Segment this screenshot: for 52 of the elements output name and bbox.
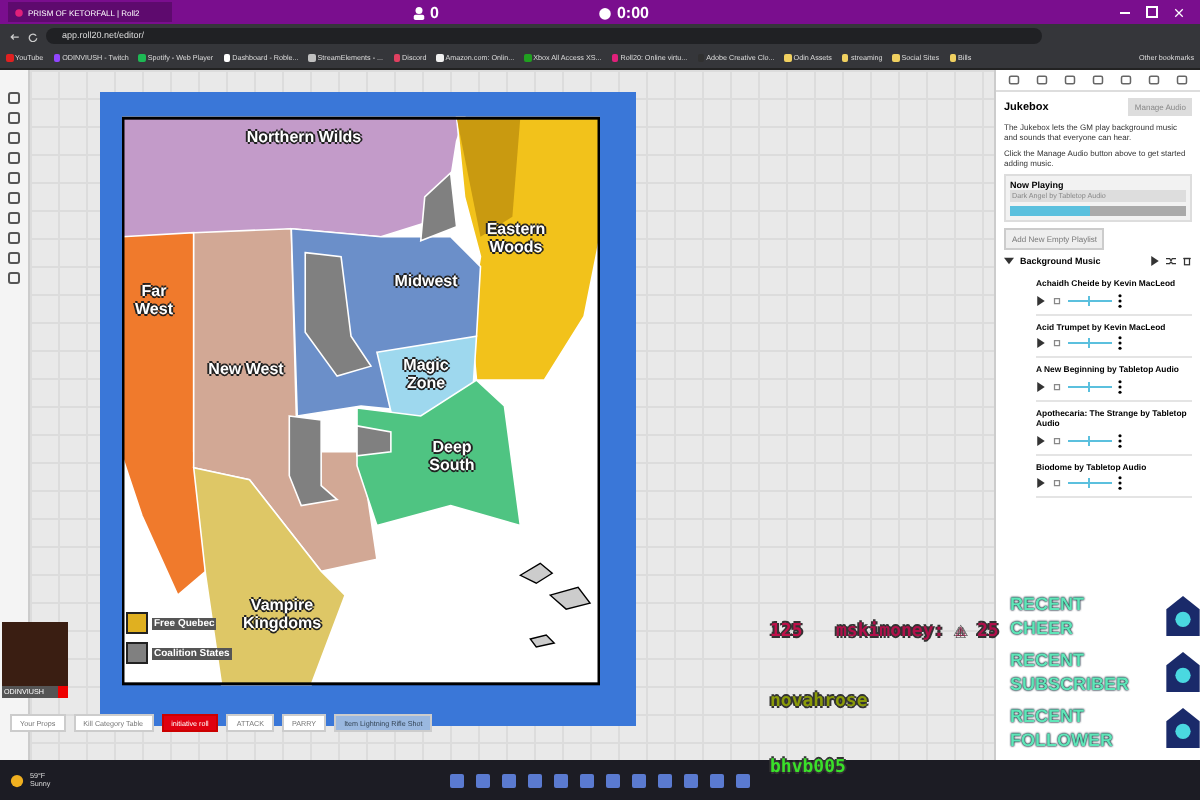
shuffle-icon[interactable] [1166, 256, 1176, 266]
loop-icon[interactable] [1052, 338, 1062, 348]
stopwatch-icon [598, 5, 613, 19]
close-icon[interactable] [1174, 7, 1184, 17]
region-label: New West [206, 360, 286, 378]
badge-icon [1166, 708, 1200, 748]
play-icon[interactable] [1036, 338, 1046, 348]
play-icon[interactable] [1036, 435, 1046, 445]
alert-text: RECENT FOLLOWER [1010, 704, 1115, 752]
stream-timer: 0:00 [616, 3, 649, 21]
sidebar-tab-icon[interactable] [1036, 74, 1048, 86]
play-icon[interactable] [1036, 295, 1046, 305]
maximize-icon[interactable] [1146, 6, 1158, 18]
sidebar-tab-icon[interactable] [1092, 74, 1104, 86]
chat-text: 125 [770, 622, 803, 642]
badge-icon [1166, 652, 1200, 692]
back-arrow-icon[interactable] [10, 31, 20, 41]
island-drawing [518, 562, 592, 648]
region-label: Eastern Woods [484, 220, 548, 256]
region-label: Midwest [392, 272, 460, 290]
person-icon [412, 5, 426, 19]
alert-text: RECENT SUBSCRIBER [1010, 648, 1132, 696]
play-icon[interactable] [1036, 381, 1046, 391]
region-label: Vampire Kingdoms [240, 596, 324, 632]
sun-icon [10, 773, 24, 787]
sidebar-tab-icon[interactable] [1008, 74, 1020, 86]
loop-icon[interactable] [1052, 381, 1062, 391]
loop-icon[interactable] [1052, 435, 1062, 445]
region-label: Magic Zone [401, 356, 451, 392]
loop-icon[interactable] [1052, 295, 1062, 305]
loop-icon[interactable] [1052, 478, 1062, 488]
page-icon [14, 7, 24, 17]
photo-placeholder [2, 622, 68, 686]
play-icon[interactable] [1036, 478, 1046, 488]
sidebar-tab-icon[interactable] [1064, 74, 1076, 86]
region-label: Northern Wilds [244, 128, 364, 146]
chat-text: novahrose [770, 692, 868, 712]
minimize-icon[interactable] [1120, 11, 1130, 13]
chat-text: mskimoney: ⚠ 25 [836, 622, 999, 642]
sidebar-tab-icon[interactable] [1148, 74, 1160, 86]
badge-icon [1166, 596, 1200, 636]
region-label: Far West [133, 282, 175, 318]
play-icon[interactable] [1150, 256, 1160, 266]
reload-icon[interactable] [28, 31, 38, 41]
chat-text: bhvb005 [770, 758, 846, 778]
alert-text: RECENT CHEER [1010, 592, 1087, 640]
trash-icon[interactable] [1182, 256, 1192, 266]
region-label: Deep South [427, 438, 477, 474]
sidebar-tab-icon[interactable] [1176, 74, 1188, 86]
sidebar-tab-icon[interactable] [1120, 74, 1132, 86]
viewer-count: 0 [430, 3, 439, 21]
caret-icon[interactable] [1004, 256, 1014, 266]
